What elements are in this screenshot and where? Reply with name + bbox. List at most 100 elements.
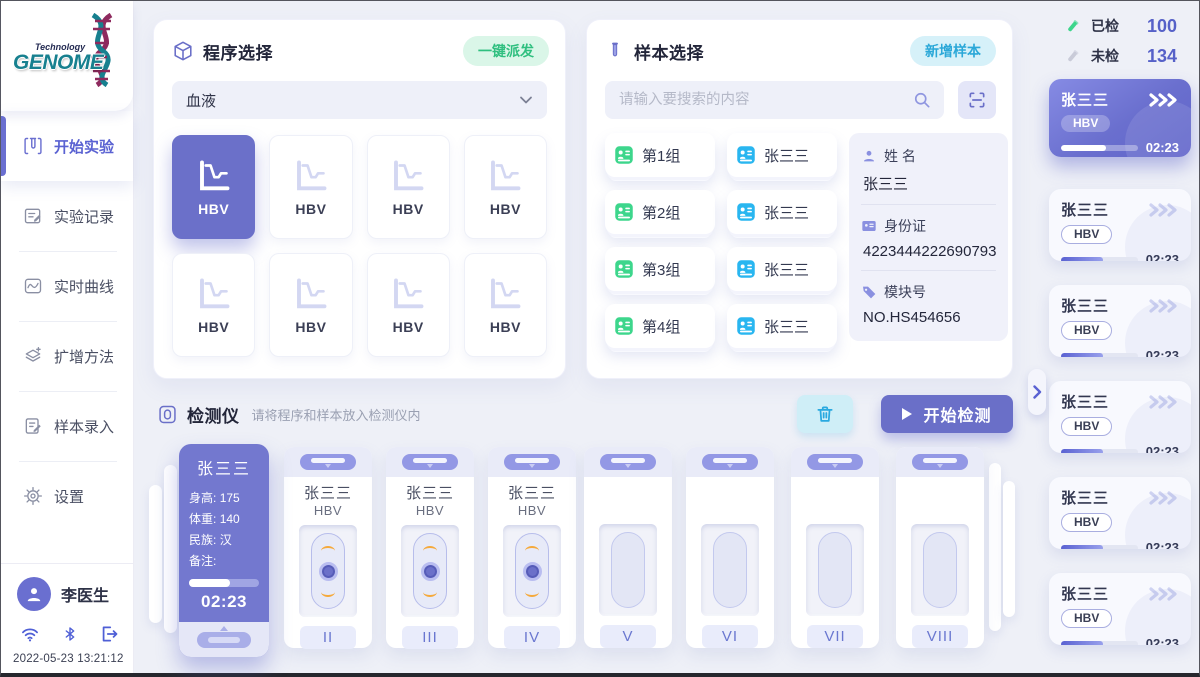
sidebar-item-experiment-records[interactable]: 实验记录 — [1, 181, 133, 251]
queue-card[interactable]: 张三三 HBV 02:23 — [1049, 477, 1191, 549]
cartridge-arc-bottom — [321, 587, 335, 597]
queue-card[interactable]: 张三三 HBV 02:23 — [1049, 79, 1191, 157]
one-key-dispatch-button[interactable]: 一键派发 — [463, 36, 549, 66]
user-name: 李医生 — [61, 582, 109, 606]
queue-card[interactable]: 张三三 HBV 02:23 — [1049, 381, 1191, 453]
slot-footer — [179, 622, 269, 657]
sample-idcard-icon — [736, 259, 756, 279]
tag-icon — [861, 284, 877, 300]
sidebar-item-label: 设置 — [54, 486, 84, 507]
detector-slot[interactable]: VI — [686, 447, 774, 648]
sample-type-dropdown[interactable]: 血液 — [172, 81, 547, 119]
eject-handle[interactable] — [600, 454, 656, 470]
datetime-text: 2022-05-23 13:21:12 — [1, 653, 133, 665]
eject-handle[interactable] — [197, 632, 251, 648]
eject-handle[interactable] — [807, 454, 863, 470]
program-card[interactable]: HBV — [172, 135, 255, 239]
eject-handle[interactable] — [912, 454, 968, 470]
person-icon — [861, 148, 877, 164]
add-sample-button[interactable]: 新增样本 — [910, 36, 996, 66]
detector-slot[interactable]: V — [584, 447, 672, 648]
scan-button[interactable] — [958, 81, 996, 119]
queue-card[interactable]: 张三三 HBV 02:23 — [1049, 189, 1191, 261]
detail-name-label: 姓 名 — [861, 146, 996, 166]
slot-number: VIII — [912, 625, 968, 648]
detector-slot[interactable]: 张三三 HBV III — [386, 447, 474, 648]
wifi-icon[interactable] — [19, 624, 41, 644]
group-item[interactable]: 第1组 — [605, 133, 715, 177]
sample-item[interactable]: 张三三 — [727, 247, 837, 291]
user-row[interactable]: 李医生 — [1, 577, 133, 611]
group-item[interactable]: 第4组 — [605, 304, 715, 348]
program-card[interactable]: HBV — [464, 253, 547, 357]
detector-slot[interactable]: 张三三 HBV IV — [488, 447, 576, 648]
slot-sample-name — [896, 482, 984, 502]
slot-sample-name: 张三三 — [179, 455, 269, 479]
slot-program — [896, 502, 984, 520]
eject-handle[interactable] — [300, 454, 356, 470]
slot-sample-name: 张三三 — [488, 482, 576, 503]
detail-id-label: 身份证 — [861, 216, 996, 236]
eject-handle[interactable] — [402, 454, 458, 470]
sidebar-item-amplification-method[interactable]: 扩增方法 — [1, 321, 133, 391]
bluetooth-icon[interactable] — [62, 624, 78, 644]
detector-slot-active[interactable]: 张三三 身高: 175 体重: 140 民族: 汉 备注: 02:23 — [179, 444, 269, 657]
program-card[interactable]: HBV — [367, 135, 450, 239]
eject-handle[interactable] — [504, 454, 560, 470]
cartridge-bay — [911, 524, 969, 616]
amplification-curve-icon — [487, 158, 523, 194]
queue-progress-bar — [1061, 449, 1138, 454]
group-idcard-icon — [614, 316, 634, 336]
logout-icon[interactable] — [99, 624, 119, 644]
play-icon — [902, 408, 912, 420]
amplification-curve-icon — [293, 276, 329, 312]
slot-sample-name: 张三三 — [284, 482, 372, 503]
slot-number: V — [600, 625, 656, 648]
slot-sample-name: 张三三 — [386, 482, 474, 503]
slot-program: HBV — [386, 503, 474, 521]
program-card[interactable]: HBV — [172, 253, 255, 357]
sample-item[interactable]: 张三三 — [727, 133, 837, 177]
sidebar-item-settings[interactable]: 设置 — [1, 461, 133, 531]
cartridge-capsule-empty — [923, 532, 957, 608]
sample-item[interactable]: 张三三 — [727, 190, 837, 234]
queue-card[interactable]: 张三三 HBV 02:23 — [1049, 285, 1191, 357]
detector-hint: 请将程序和样本放入检测仪内 — [252, 405, 421, 424]
sample-item[interactable]: 张三三 — [727, 304, 837, 348]
search-input[interactable] — [617, 91, 912, 109]
start-detection-button[interactable]: 开始检测 — [881, 395, 1013, 433]
brand-logo: Technology GENOME — [1, 1, 133, 111]
queue-card-program: HBV — [1061, 417, 1112, 436]
search-icon[interactable] — [912, 90, 932, 110]
group-item[interactable]: 第2组 — [605, 190, 715, 234]
rail-collapse-handle[interactable] — [1028, 369, 1046, 415]
group-item[interactable]: 第3组 — [605, 247, 715, 291]
brand-text: Technology GENOME — [13, 43, 103, 73]
program-card[interactable]: HBV — [464, 135, 547, 239]
stacked-card-edge — [164, 465, 177, 633]
sidebar-item-start-experiment[interactable]: 开始实验 — [1, 111, 133, 181]
program-card[interactable]: HBV — [269, 135, 352, 239]
sample-content: 第1组 第2组 第3组 第4组 张三三 张三三 — [587, 119, 1012, 348]
cartridge-capsule-empty — [611, 532, 645, 608]
queue-card[interactable]: 张三三 HBV 02:23 — [1049, 573, 1191, 645]
clear-detector-button[interactable] — [797, 395, 853, 433]
detector-slot[interactable]: VIII — [896, 447, 984, 648]
group-list: 第1组 第2组 第3组 第4组 — [605, 133, 715, 348]
dropdown-value: 血液 — [186, 90, 216, 111]
slot-sample-fields: 身高: 175 体重: 140 民族: 汉 备注: — [189, 488, 269, 572]
sidebar-item-sample-entry[interactable]: 样本录入 — [1, 391, 133, 461]
group-idcard-icon — [614, 145, 634, 165]
cartridge-dot — [421, 562, 440, 581]
sidebar-item-realtime-curve[interactable]: 实时曲线 — [1, 251, 133, 321]
eject-handle[interactable] — [702, 454, 758, 470]
detector-slot[interactable]: VII — [791, 447, 879, 648]
program-card[interactable]: HBV — [269, 253, 352, 357]
program-card[interactable]: HBV — [367, 253, 450, 357]
queue-card-name: 张三三 — [1061, 487, 1109, 508]
queue-card-name: 张三三 — [1061, 295, 1109, 316]
sample-panel-title: 样本选择 — [634, 39, 704, 64]
program-grid: HBV HBV HBV HBV HBV HBV HBV HBV — [154, 119, 565, 357]
cartridge-bay — [401, 525, 459, 617]
detector-slot[interactable]: 张三三 HBV II — [284, 447, 372, 648]
